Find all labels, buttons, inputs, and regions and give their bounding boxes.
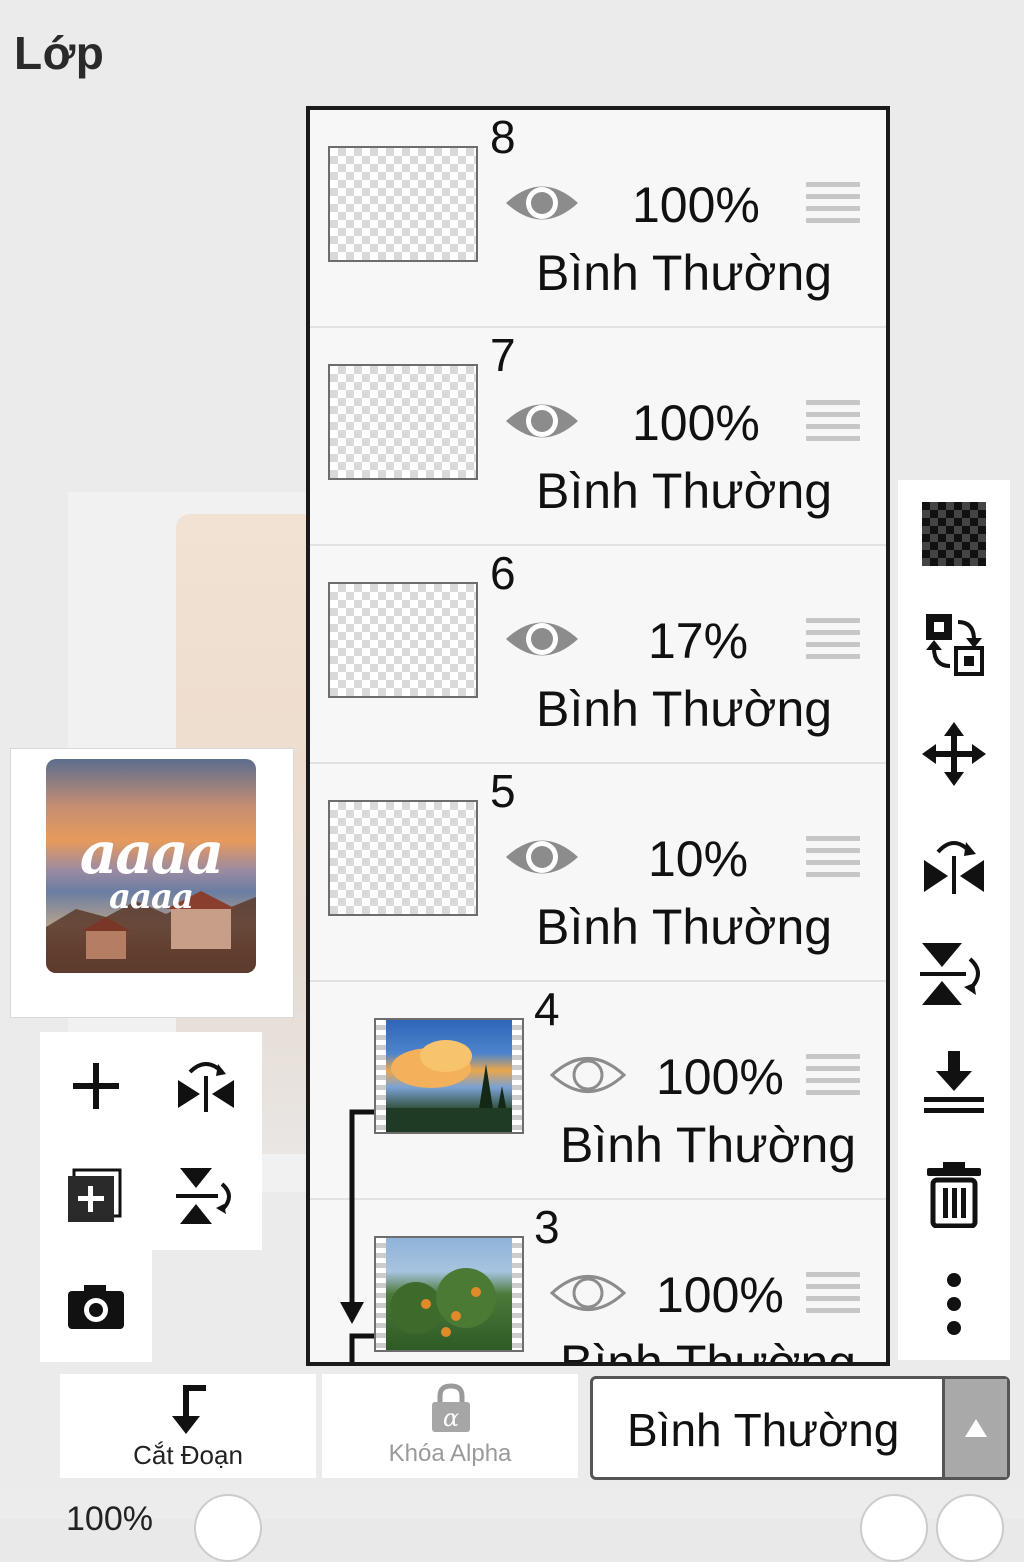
more-icon[interactable] <box>916 1266 992 1342</box>
flip-horizontal-icon[interactable] <box>166 1046 246 1126</box>
layer-number: 8 <box>490 111 516 163</box>
preview-image: aaaa aaaa <box>46 759 256 973</box>
layer-opacity[interactable]: 100% <box>656 1266 784 1324</box>
layer-number: 6 <box>490 547 516 599</box>
preview-text-small: aaaa <box>108 877 194 917</box>
drag-handle-icon[interactable] <box>806 836 860 880</box>
layer-thumbnail[interactable] <box>374 1236 524 1352</box>
layer-blend-mode: Bình Thường <box>536 899 833 955</box>
layer-row[interactable]: 4 100% Bình Thường <box>310 982 886 1200</box>
opacity-value-partial: 100% <box>66 1500 153 1538</box>
opacity-plus-button[interactable] <box>936 1494 1004 1562</box>
clipping-arrow-icon <box>340 1109 374 1362</box>
layer-row[interactable]: 5 10% Bình Thường <box>310 764 886 982</box>
flip-vertical-icon[interactable] <box>166 1156 246 1236</box>
drag-handle-icon[interactable] <box>806 400 860 444</box>
swap-layers-icon[interactable] <box>916 606 992 682</box>
layer-thumbnail[interactable] <box>328 364 478 480</box>
add-copy-layer-icon[interactable] <box>56 1156 136 1236</box>
layer-blend-mode: Bình Thường <box>560 1335 857 1366</box>
layer-blend-mode: Bình Thường <box>560 1117 857 1173</box>
layer-opacity[interactable]: 10% <box>648 830 748 888</box>
layer-number: 5 <box>490 765 516 817</box>
clipping-button[interactable]: Cắt Đoạn <box>60 1374 316 1478</box>
layer-row[interactable]: 8 100% Bình Thường <box>310 110 886 328</box>
alpha-lock-button[interactable]: α Khóa Alpha <box>322 1374 578 1478</box>
layer-number: 3 <box>534 1201 560 1253</box>
panel-title: Lớp <box>14 27 105 79</box>
right-toolbar <box>898 480 1010 1360</box>
drag-handle-icon[interactable] <box>806 182 860 226</box>
layer-number: 7 <box>490 329 516 381</box>
lock-icon: α <box>432 1383 470 1432</box>
left-toolbox-lower <box>40 1250 152 1362</box>
dropdown-arrow-icon[interactable] <box>942 1379 1007 1477</box>
layers-panel: Lớp aaaa aaaa 8 100% Bình Thường 7 100% … <box>0 0 1024 1562</box>
add-layer-icon[interactable] <box>56 1046 136 1126</box>
flip-vertical-icon[interactable] <box>916 936 992 1012</box>
visibility-eye-icon[interactable] <box>502 396 582 446</box>
layer-blend-mode: Bình Thường <box>536 245 833 301</box>
layer-row[interactable]: 3 100% Bình Thường <box>310 1200 886 1366</box>
layer-row[interactable]: 6 17% Bình Thường <box>310 546 886 764</box>
transparency-icon[interactable] <box>916 496 992 572</box>
alpha-lock-label: Khóa Alpha <box>388 1440 512 1467</box>
drag-handle-icon[interactable] <box>806 1054 860 1098</box>
drag-handle-icon[interactable] <box>806 1272 860 1316</box>
opacity-increase-button[interactable] <box>860 1494 928 1562</box>
visibility-eye-icon[interactable] <box>502 832 582 882</box>
left-toolbox <box>40 1032 262 1250</box>
layer-blend-mode: Bình Thường <box>536 681 833 737</box>
opacity-decrease-button[interactable] <box>194 1494 262 1562</box>
merge-down-icon[interactable] <box>916 1046 992 1122</box>
layer-thumbnail[interactable] <box>328 582 478 698</box>
layer-list[interactable]: 8 100% Bình Thường 7 100% Bình Thường 6 <box>306 106 890 1366</box>
camera-icon[interactable] <box>56 1266 136 1346</box>
layer-opacity[interactable]: 100% <box>632 394 760 452</box>
blend-mode-value: Bình Thường <box>627 1404 900 1456</box>
layer-thumbnail[interactable] <box>328 800 478 916</box>
flip-horizontal-icon[interactable] <box>916 826 992 902</box>
visibility-eye-icon[interactable] <box>502 178 582 228</box>
clipping-icon <box>172 1385 206 1434</box>
layer-number: 4 <box>534 983 560 1035</box>
layer-opacity[interactable]: 17% <box>648 612 748 670</box>
drag-handle-icon[interactable] <box>806 618 860 662</box>
blend-mode-select[interactable]: Bình Thường <box>590 1376 1010 1480</box>
layer-opacity[interactable]: 100% <box>632 176 760 234</box>
layer-row[interactable]: 7 100% Bình Thường <box>310 328 886 546</box>
visibility-eye-icon[interactable] <box>548 1268 628 1318</box>
layer-preview[interactable]: aaaa aaaa <box>10 748 294 1018</box>
clipping-label: Cắt Đoạn <box>133 1440 243 1470</box>
visibility-eye-icon[interactable] <box>502 614 582 664</box>
layer-thumbnail[interactable] <box>374 1018 524 1134</box>
move-icon[interactable] <box>916 716 992 792</box>
svg-text:α: α <box>443 1404 459 1432</box>
trash-icon[interactable] <box>916 1156 992 1232</box>
layer-blend-mode: Bình Thường <box>536 463 833 519</box>
layer-thumbnail[interactable] <box>328 146 478 262</box>
layer-opacity[interactable]: 100% <box>656 1048 784 1106</box>
visibility-eye-icon[interactable] <box>548 1050 628 1100</box>
